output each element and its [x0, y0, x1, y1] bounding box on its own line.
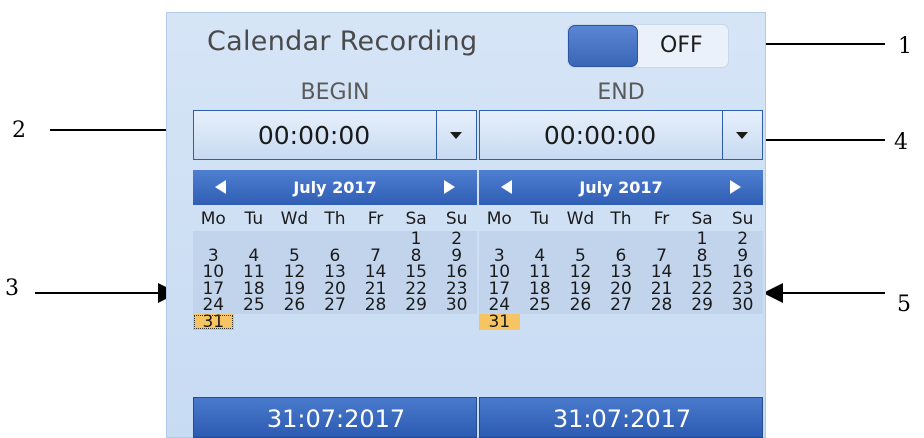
end-date-display[interactable]: 31:07:2017 — [479, 397, 763, 438]
end-month-label: July 2017 — [579, 178, 663, 197]
begin-calendar: July 2017 Mo Tu Wd Th Fr Sa Su 1 2 3 4 5 6 7 8 9 10 11 12 1… — [193, 170, 477, 438]
chevron-down-icon — [736, 132, 748, 139]
weekday-label: Th — [610, 209, 632, 229]
weekday-label: Wd — [280, 209, 309, 229]
empty-day-cell — [436, 314, 477, 331]
end-time-value: 00:00:00 — [543, 121, 657, 150]
empty-day-cell — [682, 314, 723, 331]
weekday-label: Fr — [653, 209, 670, 229]
empty-day-cell — [520, 314, 561, 331]
empty-day-cell — [355, 314, 396, 331]
begin-day-grid: Mo Tu Wd Th Fr Sa Su 1 2 3 4 5 6 7 8 9 10 11 12 13 14 15 16 17 1… — [193, 209, 477, 330]
begin-month-label: July 2017 — [293, 178, 377, 197]
panel-title: Calendar Recording — [207, 26, 478, 57]
weekday-header-row: Mo Tu Wd Th Fr Sa Su — [193, 209, 477, 231]
week-row: 31 — [479, 313, 763, 331]
empty-day-cell — [601, 314, 642, 331]
end-time-picker[interactable]: 00:00:00 — [479, 110, 763, 160]
end-date-value: 31:07:2017 — [552, 405, 692, 433]
begin-calendar-header: July 2017 — [193, 170, 477, 205]
end-calendar-header: July 2017 — [479, 170, 763, 205]
weekday-label: Mo — [200, 209, 226, 229]
end-calendar: July 2017 Mo Tu Wd Th Fr Sa Su 1 2 3 4 5 6 7 8 9 10 11 12 1… — [479, 170, 763, 438]
empty-day-cell — [315, 314, 356, 331]
weekday-label: Th — [324, 209, 346, 229]
day-cell[interactable]: 30 — [722, 297, 763, 314]
begin-time-picker[interactable]: 00:00:00 — [193, 110, 477, 160]
toggle-state-label: OFF — [660, 33, 703, 58]
end-label: END — [597, 80, 645, 105]
calendar-recording-panel: Calendar Recording OFF BEGIN 00:00:00 Ju… — [166, 12, 766, 438]
day-cell[interactable]: 29 — [682, 297, 723, 314]
day-cell[interactable]: 25 — [234, 297, 275, 314]
day-cell[interactable]: 27 — [315, 297, 356, 314]
end-time-dropdown-button[interactable] — [722, 111, 762, 159]
empty-day-cell — [274, 314, 315, 331]
day-cell[interactable]: 28 — [355, 297, 396, 314]
empty-day-cell — [641, 314, 682, 331]
week-row: 31 — [193, 313, 477, 331]
empty-day-cell — [560, 314, 601, 331]
day-cell[interactable]: 29 — [396, 297, 437, 314]
selected-day-cell[interactable]: 31 — [479, 313, 520, 330]
weekday-label: Su — [445, 209, 468, 229]
day-cell[interactable]: 26 — [560, 297, 601, 314]
weekday-label: Wd — [566, 209, 595, 229]
toggle-knob[interactable] — [568, 25, 638, 67]
weekday-label: Sa — [405, 209, 427, 229]
chevron-down-icon — [450, 132, 462, 139]
day-cell[interactable]: 30 — [436, 297, 477, 314]
weekday-label: Mo — [486, 209, 512, 229]
empty-day-cell — [722, 314, 763, 331]
begin-label: BEGIN — [300, 80, 370, 105]
end-day-grid: Mo Tu Wd Th Fr Sa Su 1 2 3 4 5 6 7 8 9 10 11 12 13 14 15 16 17 1… — [479, 209, 763, 330]
begin-time-dropdown-button[interactable] — [436, 111, 476, 159]
day-cell[interactable]: 26 — [274, 297, 315, 314]
begin-time-value: 00:00:00 — [257, 121, 371, 150]
begin-date-value: 31:07:2017 — [266, 405, 406, 433]
week-row: 24 25 26 27 28 29 30 — [479, 297, 763, 314]
day-cell[interactable]: 27 — [601, 297, 642, 314]
weekday-label: Tu — [244, 209, 264, 229]
weekday-label: Fr — [367, 209, 384, 229]
next-month-icon[interactable] — [444, 180, 455, 194]
weekday-label: Sa — [691, 209, 713, 229]
selected-day-cell[interactable]: 31 — [193, 313, 234, 330]
begin-date-display[interactable]: 31:07:2017 — [193, 397, 477, 438]
next-month-icon[interactable] — [730, 180, 741, 194]
day-cell[interactable]: 28 — [641, 297, 682, 314]
week-row: 24 25 26 27 28 29 30 — [193, 297, 477, 314]
weekday-label: Tu — [530, 209, 550, 229]
recording-toggle[interactable]: OFF — [567, 24, 729, 68]
empty-day-cell — [234, 314, 275, 331]
weekday-header-row: Mo Tu Wd Th Fr Sa Su — [479, 209, 763, 231]
empty-day-cell — [396, 314, 437, 331]
day-cell[interactable]: 25 — [520, 297, 561, 314]
weekday-label: Su — [731, 209, 754, 229]
